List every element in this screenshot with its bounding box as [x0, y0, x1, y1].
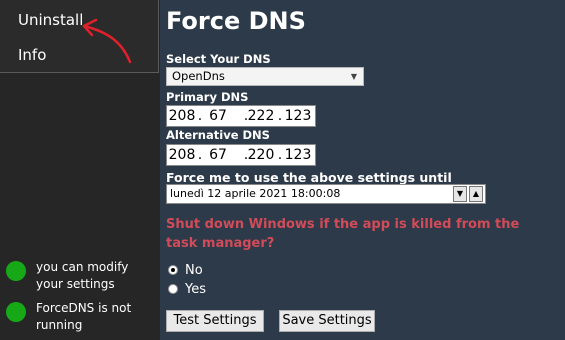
- dns-provider-select[interactable]: OpenDns ▼: [166, 67, 364, 86]
- shutdown-question: Shut down Windows if the app is killed f…: [166, 217, 520, 251]
- green-status-dot-icon: [6, 302, 26, 322]
- radio-unchecked-icon[interactable]: [168, 284, 178, 294]
- octet-4[interactable]: 123: [284, 106, 312, 126]
- octet-separator: .: [197, 147, 203, 163]
- sidebar: Uninstall Info you can modify your setti…: [0, 0, 160, 340]
- dns-provider-value: OpenDns: [172, 69, 225, 83]
- octet-1[interactable]: 208: [168, 145, 196, 165]
- alternative-dns-label: Alternative DNS: [166, 128, 270, 142]
- datetime-value: lunedì 12 aprile 2021 18:00:08: [170, 187, 341, 200]
- octet-1[interactable]: 208: [168, 106, 196, 126]
- chevron-down-icon: ▼: [350, 72, 357, 81]
- red-arrow-annotation: [82, 18, 132, 64]
- status-text: ForceDNS is not running: [36, 301, 132, 332]
- octet-3[interactable]: 222: [247, 106, 275, 126]
- octet-separator: .: [277, 108, 283, 124]
- octet-separator: .: [197, 108, 203, 124]
- green-status-dot-icon: [6, 261, 26, 281]
- primary-dns-label: Primary DNS: [166, 90, 249, 104]
- page-title: Force DNS: [166, 7, 306, 35]
- main-panel: Force DNS Select Your DNS OpenDns ▼ Prim…: [166, 0, 565, 340]
- octet-4[interactable]: 123: [284, 145, 312, 165]
- force-until-label: Force me to use the above settings until: [166, 170, 452, 185]
- alternative-dns-input[interactable]: 208 . 67 . 220 . 123: [166, 144, 316, 166]
- menu-item-uninstall[interactable]: Uninstall: [18, 11, 83, 29]
- select-dns-label: Select Your DNS: [166, 52, 271, 66]
- octet-separator: .: [277, 147, 283, 163]
- radio-yes-label: Yes: [185, 282, 206, 297]
- octet-3[interactable]: 220: [247, 145, 275, 165]
- octet-2[interactable]: 67: [204, 145, 232, 165]
- primary-dns-input[interactable]: 208 . 67 . 222 . 123: [166, 105, 316, 127]
- menu-item-info[interactable]: Info: [18, 46, 46, 64]
- spin-down-icon[interactable]: ▼: [453, 186, 467, 202]
- radio-checked-icon[interactable]: [168, 265, 178, 275]
- status-text: you can modify your settings: [36, 260, 129, 291]
- test-settings-button[interactable]: Test Settings: [166, 310, 264, 332]
- spin-up-icon[interactable]: ▲︎: [469, 186, 483, 202]
- octet-2[interactable]: 67: [204, 106, 232, 126]
- datetime-picker[interactable]: lunedì 12 aprile 2021 18:00:08 ▼ ▲︎: [166, 184, 486, 204]
- radio-no-label: No: [185, 263, 203, 278]
- save-settings-button[interactable]: Save Settings: [279, 310, 375, 332]
